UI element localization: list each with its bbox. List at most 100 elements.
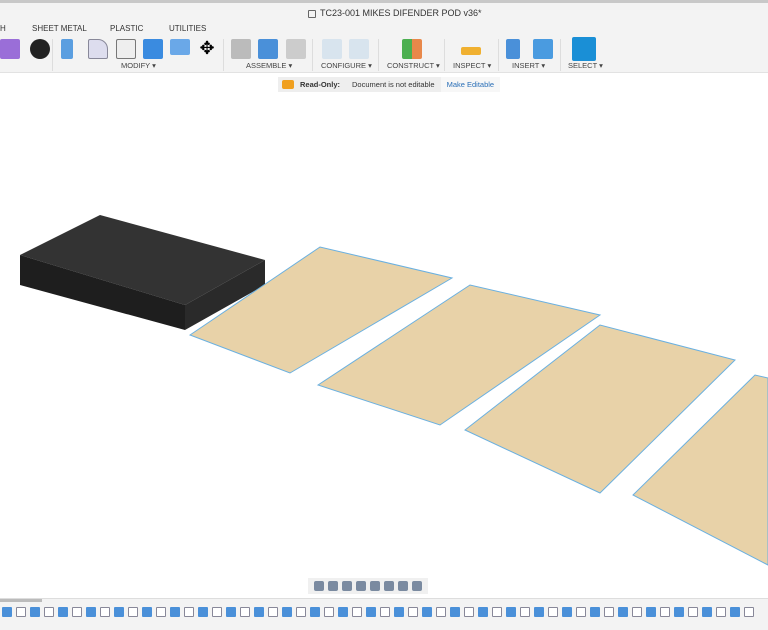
make-editable-button[interactable]: Make Editable <box>440 77 501 92</box>
timeline-feature-icon[interactable] <box>198 607 208 617</box>
pan-icon[interactable] <box>342 581 352 591</box>
timeline-feature-icon[interactable] <box>702 607 712 617</box>
timeline-feature-icon[interactable] <box>268 607 278 617</box>
construct-menu[interactable]: CONSTRUCT ▾ <box>387 61 440 70</box>
timeline-feature-icon[interactable] <box>744 607 754 617</box>
3d-viewport[interactable] <box>0 95 768 575</box>
select-icon[interactable] <box>572 37 596 61</box>
timeline-feature-icon[interactable] <box>156 607 166 617</box>
timeline-feature-icon[interactable] <box>352 607 362 617</box>
modify-menu[interactable]: MODIFY ▾ <box>121 61 156 70</box>
read-only-label: Read-Only: <box>300 80 341 89</box>
timeline-feature-icon[interactable] <box>58 607 68 617</box>
press-pull-icon[interactable] <box>61 39 73 59</box>
timeline-feature-icon[interactable] <box>604 607 614 617</box>
timeline-feature-icon[interactable] <box>44 607 54 617</box>
timeline-feature-icon[interactable] <box>30 607 40 617</box>
flat-panel-layouts <box>188 246 768 566</box>
timeline-feature-icon[interactable] <box>716 607 726 617</box>
timeline-feature-icon[interactable] <box>254 607 264 617</box>
tab-sheet-metal[interactable]: SHEET METAL <box>32 24 87 33</box>
timeline-feature-icon[interactable] <box>520 607 530 617</box>
lock-icon <box>308 10 316 18</box>
move-icon[interactable]: ✥ <box>197 39 217 59</box>
create-form-icon[interactable] <box>0 39 20 59</box>
pro-addin-icon[interactable] <box>30 39 50 59</box>
timeline-feature-icon[interactable] <box>478 607 488 617</box>
tab-plastic[interactable]: PLASTIC <box>110 24 143 33</box>
timeline-feature-icon[interactable] <box>730 607 740 617</box>
timeline-feature-icon[interactable] <box>296 607 306 617</box>
offset-face-icon[interactable] <box>170 39 190 55</box>
timeline-feature-icon[interactable] <box>618 607 628 617</box>
timeline-feature-icon[interactable] <box>422 607 432 617</box>
fillet-icon[interactable] <box>88 39 108 59</box>
fit-icon[interactable] <box>370 581 380 591</box>
timeline-feature-icon[interactable] <box>408 607 418 617</box>
timeline-feature-icon[interactable] <box>436 607 446 617</box>
timeline-feature-icon[interactable] <box>450 607 460 617</box>
timeline-feature-icon[interactable] <box>590 607 600 617</box>
timeline-feature-icon[interactable] <box>128 607 138 617</box>
insert-derive-icon[interactable] <box>506 39 520 59</box>
timeline-feature-icon[interactable] <box>72 607 82 617</box>
timeline-feature-icon[interactable] <box>142 607 152 617</box>
timeline-feature-icon[interactable] <box>212 607 222 617</box>
configure-menu[interactable]: CONFIGURE ▾ <box>321 61 372 70</box>
timeline-feature-icon[interactable] <box>338 607 348 617</box>
timeline-feature-icon[interactable] <box>16 607 26 617</box>
timeline-feature-icon[interactable] <box>646 607 656 617</box>
shell-icon[interactable] <box>116 39 136 59</box>
timeline-feature-icon[interactable] <box>380 607 390 617</box>
configuration-table-icon[interactable] <box>349 39 369 59</box>
assemble-menu[interactable]: ASSEMBLE ▾ <box>246 61 292 70</box>
timeline-feature-icon[interactable] <box>688 607 698 617</box>
timeline-feature-icon[interactable] <box>562 607 572 617</box>
timeline-scrollbar[interactable] <box>0 599 42 602</box>
timeline-feature-icon[interactable] <box>464 607 474 617</box>
as-built-joint-icon[interactable] <box>286 39 306 59</box>
insert-menu[interactable]: INSERT ▾ <box>512 61 545 70</box>
timeline-feature-icon[interactable] <box>170 607 180 617</box>
viewports-icon[interactable] <box>412 581 422 591</box>
timeline-feature-icon[interactable] <box>366 607 376 617</box>
timeline-feature-icon[interactable] <box>86 607 96 617</box>
tab-mesh[interactable]: H <box>0 24 6 33</box>
timeline-feature-icon[interactable] <box>674 607 684 617</box>
timeline-feature-icon[interactable] <box>226 607 236 617</box>
timeline-feature-icon[interactable] <box>632 607 642 617</box>
display-settings-icon[interactable] <box>384 581 394 591</box>
timeline-feature-icon[interactable] <box>310 607 320 617</box>
timeline-feature-icon[interactable] <box>184 607 194 617</box>
timeline-feature-icon[interactable] <box>282 607 292 617</box>
joint-icon[interactable] <box>231 39 251 59</box>
zoom-icon[interactable] <box>356 581 366 591</box>
timeline-feature-icon[interactable] <box>660 607 670 617</box>
timeline-features <box>2 607 754 617</box>
insert-canvas-icon[interactable] <box>533 39 553 59</box>
timeline <box>0 598 768 630</box>
inspect-menu[interactable]: INSPECT ▾ <box>453 61 491 70</box>
configure-icon[interactable] <box>322 39 342 59</box>
timeline-feature-icon[interactable] <box>534 607 544 617</box>
timeline-feature-icon[interactable] <box>492 607 502 617</box>
grid-icon[interactable] <box>398 581 408 591</box>
read-only-banner: Read-Only: Document is not editable Make… <box>278 77 501 92</box>
plane-icon[interactable] <box>402 39 422 59</box>
measure-icon[interactable] <box>461 47 481 55</box>
look-at-icon[interactable] <box>328 581 338 591</box>
timeline-feature-icon[interactable] <box>114 607 124 617</box>
orbit-icon[interactable] <box>314 581 324 591</box>
timeline-feature-icon[interactable] <box>324 607 334 617</box>
timeline-feature-icon[interactable] <box>2 607 12 617</box>
tab-utilities[interactable]: UTILITIES <box>169 24 206 33</box>
timeline-feature-icon[interactable] <box>394 607 404 617</box>
new-component-icon[interactable] <box>258 39 278 59</box>
timeline-feature-icon[interactable] <box>240 607 250 617</box>
timeline-feature-icon[interactable] <box>100 607 110 617</box>
timeline-feature-icon[interactable] <box>576 607 586 617</box>
select-menu[interactable]: SELECT ▾ <box>568 61 603 70</box>
combine-icon[interactable] <box>143 39 163 59</box>
timeline-feature-icon[interactable] <box>506 607 516 617</box>
timeline-feature-icon[interactable] <box>548 607 558 617</box>
